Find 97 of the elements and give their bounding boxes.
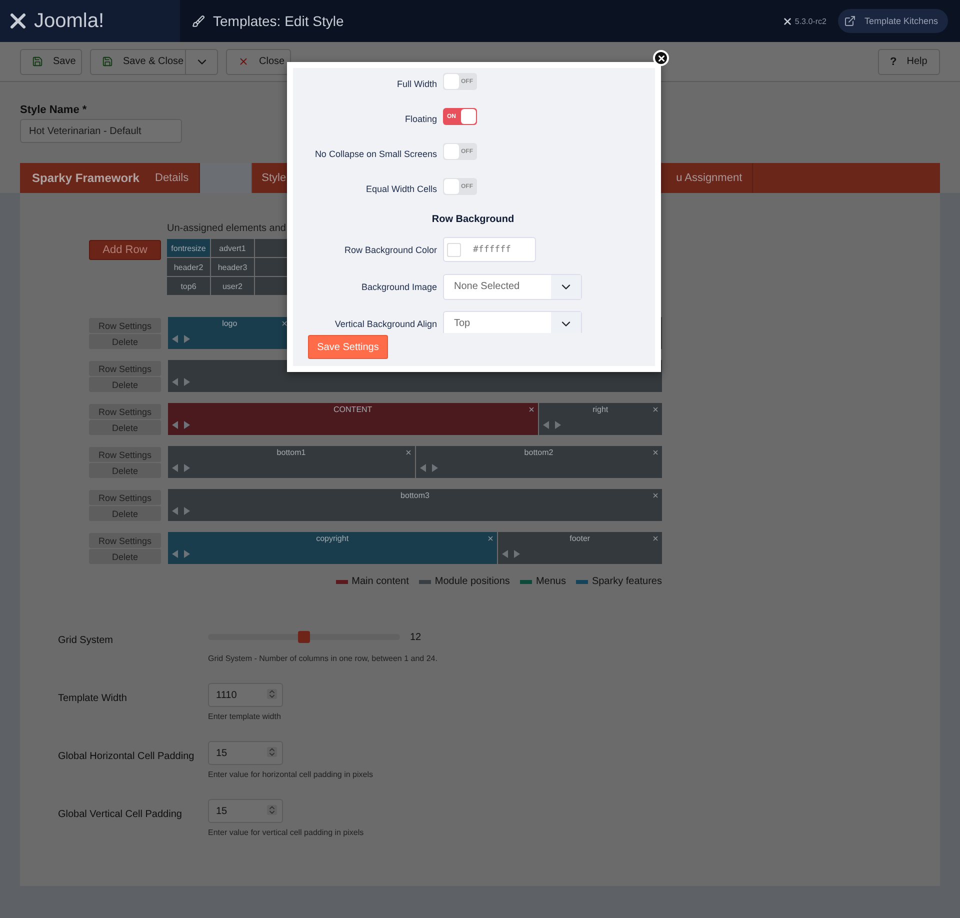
select-field[interactable]: Top — [443, 310, 582, 333]
position-chip[interactable]: header2 — [167, 258, 210, 276]
cell-label: footer — [570, 534, 590, 543]
legend-label: Sparky features — [592, 576, 662, 587]
section-title: Row Background — [430, 214, 516, 225]
add-row-button[interactable]: Add Row — [89, 240, 161, 260]
field-label: Background Image — [360, 282, 437, 292]
layout-cell[interactable]: footer — [498, 532, 662, 564]
layout-cell[interactable]: bottom3 — [168, 489, 662, 521]
cell-label: logo — [222, 319, 238, 328]
field-label: Vertical Background Align — [334, 318, 437, 328]
logo-text: Joomla! — [34, 10, 104, 32]
row-settings-button[interactable]: Row Settings — [89, 361, 161, 376]
layout-cell[interactable]: bottom1 — [168, 446, 414, 478]
toggle-label: No Collapse on Small Screens — [314, 148, 437, 159]
row-settings-button[interactable]: Row Settings — [89, 404, 161, 419]
arrows-icon[interactable] — [172, 550, 190, 558]
save-icon — [32, 56, 43, 67]
help-text: Enter template width — [208, 712, 282, 721]
legend-label: Menus — [536, 576, 566, 587]
arrows-icon[interactable] — [502, 550, 520, 558]
unassigned-title: Un-assigned elements and — [167, 223, 287, 236]
position-chip[interactable]: fontresize — [167, 239, 210, 257]
row-settings-button[interactable]: Row Settings — [89, 490, 161, 505]
cell-label: right — [592, 405, 608, 414]
color-field[interactable]: #ffffff — [443, 237, 536, 262]
cell-label: copyright — [316, 534, 349, 543]
style-name-field[interactable]: Hot Veterinarian - Default — [20, 119, 182, 143]
arrows-icon[interactable] — [172, 464, 190, 472]
row-settings-button[interactable]: Row Settings — [89, 533, 161, 548]
layout-cell[interactable]: copyright — [168, 532, 497, 564]
delete-button[interactable]: Delete — [89, 420, 161, 435]
external-link-icon — [844, 15, 856, 27]
position-chip[interactable]: user2 — [211, 277, 254, 295]
remove-icon[interactable] — [281, 320, 288, 327]
delete-button[interactable]: Delete — [89, 334, 161, 349]
delete-button[interactable]: Delete — [89, 549, 161, 564]
spinner-icon[interactable] — [267, 747, 277, 757]
delete-button[interactable]: Delete — [89, 377, 161, 392]
cell-label: bottom1 — [276, 448, 306, 457]
close-button[interactable]: Close — [226, 48, 291, 74]
arrows-icon[interactable] — [172, 378, 190, 386]
layout-cell[interactable]: right — [538, 403, 662, 435]
save-close-button[interactable]: Save & Close — [90, 48, 186, 74]
toggle-label: Full Width — [396, 78, 437, 89]
setting-label: Template Width — [58, 692, 128, 704]
save-settings-button[interactable]: Save Settings — [308, 335, 388, 359]
number-field[interactable]: 1110 — [208, 683, 283, 707]
color-swatch[interactable] — [447, 242, 461, 256]
field-label: Row Background Color — [343, 244, 437, 254]
position-chip[interactable]: top6 — [167, 277, 210, 295]
arrows-icon[interactable] — [172, 335, 190, 343]
arrows-icon[interactable] — [172, 421, 190, 429]
row-settings-button[interactable]: Row Settings — [89, 318, 161, 333]
setting-label: Grid System — [58, 634, 114, 646]
save-button[interactable]: Save — [20, 48, 82, 74]
cell-label: bottom2 — [524, 448, 554, 457]
spinner-icon[interactable] — [267, 805, 277, 815]
color-value: #ffffff — [473, 244, 511, 254]
layout-cell[interactable]: bottom2 — [416, 446, 662, 478]
position-chip[interactable]: header3 — [211, 258, 254, 276]
number-field[interactable]: 15 — [208, 741, 283, 765]
version-text: 5.3.0-rc2 — [794, 16, 826, 26]
row-settings-button[interactable]: Row Settings — [89, 447, 161, 462]
close-icon — [238, 56, 249, 67]
help-text: Enter value for vertical cell padding in pixels — [208, 828, 364, 837]
position-chip[interactable]: advert1 — [211, 239, 254, 257]
slider-value: 12 — [410, 632, 422, 642]
arrows-icon[interactable] — [420, 464, 438, 472]
brush-icon — [192, 14, 205, 28]
delete-button[interactable]: Delete — [89, 463, 161, 478]
slider-thumb[interactable] — [298, 631, 310, 643]
close-icon — [656, 54, 666, 62]
spinner-icon[interactable] — [267, 689, 277, 699]
question-mark-icon: ? — [890, 56, 897, 68]
select-field[interactable]: None Selected — [443, 274, 582, 300]
cell-label: bottom3 — [400, 491, 430, 500]
arrows-icon[interactable] — [542, 421, 561, 429]
delete-button[interactable]: Delete — [89, 506, 161, 521]
setting-label: Global Vertical Cell Padding — [58, 808, 183, 820]
number-field[interactable]: 15 — [208, 799, 283, 823]
help-text: Enter value for horizontal cell padding in pixels — [208, 770, 373, 779]
legend-label: Module positions — [434, 576, 510, 587]
setting-label: Global Horizontal Cell Padding — [58, 750, 196, 762]
page-title: Templates: Edit Style — [213, 13, 344, 29]
slider-track[interactable] — [208, 634, 400, 640]
layout-cell[interactable]: CONTENT — [168, 403, 538, 435]
site-button[interactable]: Template Kitchens — [838, 9, 948, 33]
help-button[interactable]: ? Help — [878, 48, 940, 74]
toggle-label: Equal Width Cells — [364, 183, 437, 194]
save-icon — [102, 56, 113, 67]
cell-label: CONTENT — [334, 405, 372, 414]
toggle-label: Floating — [404, 113, 437, 124]
arrows-icon[interactable] — [172, 507, 190, 515]
help-text: Grid System - Number of columns in one row, between 1 and 24. — [208, 654, 438, 663]
legend-label: Main content — [352, 576, 409, 587]
brand-title: Sparky Framework — [31, 170, 140, 187]
